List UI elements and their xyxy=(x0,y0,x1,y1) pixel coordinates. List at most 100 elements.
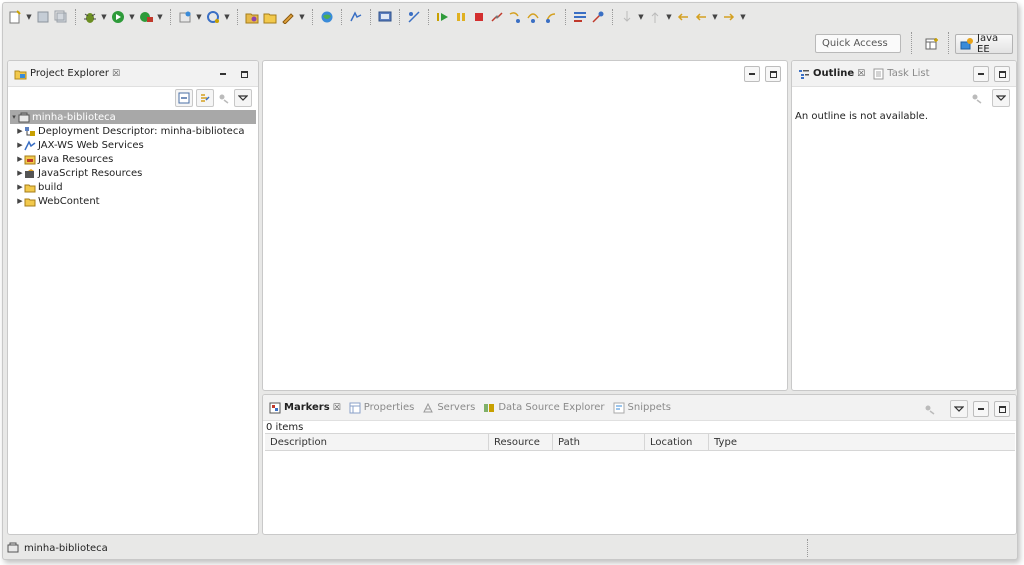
column-type[interactable]: Type xyxy=(709,434,1015,450)
run-dropdown-icon[interactable]: ▼ xyxy=(128,13,136,21)
view-menu-icon[interactable] xyxy=(234,89,252,107)
last-edit-location-icon[interactable] xyxy=(675,9,691,25)
expand-arrow-icon[interactable]: ▶ xyxy=(16,169,24,177)
save-all-icon[interactable] xyxy=(53,9,69,25)
toolbar-separator xyxy=(370,9,371,25)
forward-dropdown-icon[interactable]: ▼ xyxy=(739,13,747,21)
resume-icon[interactable] xyxy=(435,9,451,25)
open-perspective-icon[interactable] xyxy=(925,37,939,51)
suspend-icon[interactable] xyxy=(453,9,469,25)
disconnect-icon[interactable] xyxy=(489,9,505,25)
tree-item-build[interactable]: ▶ build xyxy=(10,180,256,194)
quick-access-input[interactable]: Quick Access xyxy=(815,34,901,53)
column-resource[interactable]: Resource xyxy=(489,434,553,450)
tab-properties[interactable]: Properties xyxy=(349,402,415,414)
tab-outline[interactable]: Outline ☒ xyxy=(798,68,865,80)
tab-data-source-explorer[interactable]: Data Source Explorer xyxy=(483,402,605,414)
expand-arrow-icon[interactable]: ▶ xyxy=(16,127,24,135)
pen-dropdown-icon[interactable]: ▼ xyxy=(298,13,306,21)
tab-project-explorer[interactable]: Project Explorer ☒ xyxy=(14,68,120,80)
use-step-filters-icon[interactable] xyxy=(572,9,588,25)
expand-arrow-icon[interactable]: ▶ xyxy=(16,183,24,191)
back-icon[interactable] xyxy=(693,9,709,25)
minimize-icon[interactable] xyxy=(215,66,231,82)
external-tools-dropdown-icon[interactable]: ▼ xyxy=(156,13,164,21)
tab-snippets[interactable]: Snippets xyxy=(613,402,671,414)
back-dropdown-icon[interactable]: ▼ xyxy=(711,13,719,21)
tree-item-java-resources[interactable]: ▶ Java Resources xyxy=(10,152,256,166)
tree-item-deployment-descriptor[interactable]: ▶ Deployment Descriptor: minha-bibliotec… xyxy=(10,124,256,138)
tab-markers[interactable]: Markers ☒ xyxy=(269,402,341,414)
editor-area[interactable] xyxy=(262,60,788,391)
terminate-icon[interactable] xyxy=(471,9,487,25)
collapse-arrow-icon[interactable]: ▾ xyxy=(10,113,18,121)
save-icon[interactable] xyxy=(35,9,51,25)
tree-item-label: Deployment Descriptor: minha-biblioteca xyxy=(38,125,245,137)
collapse-all-icon[interactable] xyxy=(175,89,193,107)
new-dropdown-icon[interactable]: ▼ xyxy=(25,13,33,21)
web-service-icon[interactable] xyxy=(348,9,364,25)
focus-icon[interactable] xyxy=(923,402,937,416)
open-folder-icon[interactable] xyxy=(262,9,278,25)
debug-icon[interactable] xyxy=(82,9,98,25)
tree-item-javascript-resources[interactable]: ▶ JavaScript Resources xyxy=(10,166,256,180)
tab-servers[interactable]: Servers xyxy=(422,402,475,414)
column-path[interactable]: Path xyxy=(553,434,645,450)
run-icon[interactable] xyxy=(110,9,126,25)
toolbar-separator xyxy=(911,32,912,54)
view-menu-icon[interactable] xyxy=(950,400,968,418)
skip-breakpoints-icon[interactable] xyxy=(406,9,422,25)
minimize-icon[interactable] xyxy=(744,66,760,82)
column-location[interactable]: Location xyxy=(645,434,709,450)
step-over-icon[interactable] xyxy=(525,9,541,25)
new-server-dropdown-icon[interactable]: ▼ xyxy=(195,13,203,21)
column-description[interactable]: Description xyxy=(265,434,489,450)
close-icon[interactable]: ☒ xyxy=(333,403,341,413)
expand-arrow-icon[interactable]: ▶ xyxy=(16,197,24,205)
properties-title: Properties xyxy=(363,402,415,413)
external-tools-icon[interactable] xyxy=(138,9,154,25)
tab-task-list[interactable]: Task List xyxy=(873,68,930,80)
open-type-icon[interactable] xyxy=(244,9,260,25)
minimize-icon[interactable] xyxy=(973,401,989,417)
debug-dropdown-icon[interactable]: ▼ xyxy=(100,13,108,21)
next-annotation-dropdown-icon[interactable]: ▼ xyxy=(637,13,645,21)
new-server-icon[interactable] xyxy=(177,9,193,25)
tree-item-webcontent[interactable]: ▶ WebContent xyxy=(10,194,256,208)
tree-item-project[interactable]: ▾ minha-biblioteca xyxy=(10,110,256,124)
maximize-icon[interactable] xyxy=(765,66,781,82)
next-annotation-icon[interactable] xyxy=(619,9,635,25)
main-toolbar: ▼ ▼ ▼ ▼ ▼ ▼ ▼ ▼ ▼ ▼ ▼ xyxy=(3,3,1017,31)
maximize-icon[interactable] xyxy=(994,66,1010,82)
snippets-icon xyxy=(613,402,625,414)
close-icon[interactable]: ☒ xyxy=(857,69,865,79)
maximize-icon[interactable] xyxy=(236,66,252,82)
toolbar-separator xyxy=(399,9,400,25)
link-with-editor-icon[interactable] xyxy=(196,89,214,107)
step-into-icon[interactable] xyxy=(507,9,523,25)
new-icon[interactable] xyxy=(7,9,23,25)
deployment-descriptor-icon xyxy=(24,126,36,137)
minimize-icon[interactable] xyxy=(973,66,989,82)
pen-icon[interactable] xyxy=(280,9,296,25)
expand-arrow-icon[interactable]: ▶ xyxy=(16,141,24,149)
java-ee-perspective-button[interactable]: Java EE xyxy=(955,33,1013,55)
web-browser-icon[interactable] xyxy=(319,9,335,25)
project-explorer-icon xyxy=(14,68,27,80)
focus-icon[interactable] xyxy=(970,91,984,105)
new-web-icon[interactable] xyxy=(205,9,221,25)
expand-arrow-icon[interactable]: ▶ xyxy=(16,155,24,163)
view-menu-icon[interactable] xyxy=(992,89,1010,107)
previous-annotation-icon[interactable] xyxy=(647,9,663,25)
forward-icon[interactable] xyxy=(721,9,737,25)
step-return-icon[interactable] xyxy=(543,9,559,25)
previous-annotation-dropdown-icon[interactable]: ▼ xyxy=(665,13,673,21)
console-icon[interactable] xyxy=(377,9,393,25)
close-icon[interactable]: ☒ xyxy=(112,69,120,79)
toggle-mark-occurrences-icon[interactable] xyxy=(590,9,606,25)
focus-icon[interactable] xyxy=(217,91,231,105)
project-explorer-panel: Project Explorer ☒ ▾ minha-biblioteca ▶ … xyxy=(7,60,259,535)
maximize-icon[interactable] xyxy=(994,401,1010,417)
new-web-dropdown-icon[interactable]: ▼ xyxy=(223,13,231,21)
tree-item-jax-ws[interactable]: ▶ JAX-WS Web Services xyxy=(10,138,256,152)
